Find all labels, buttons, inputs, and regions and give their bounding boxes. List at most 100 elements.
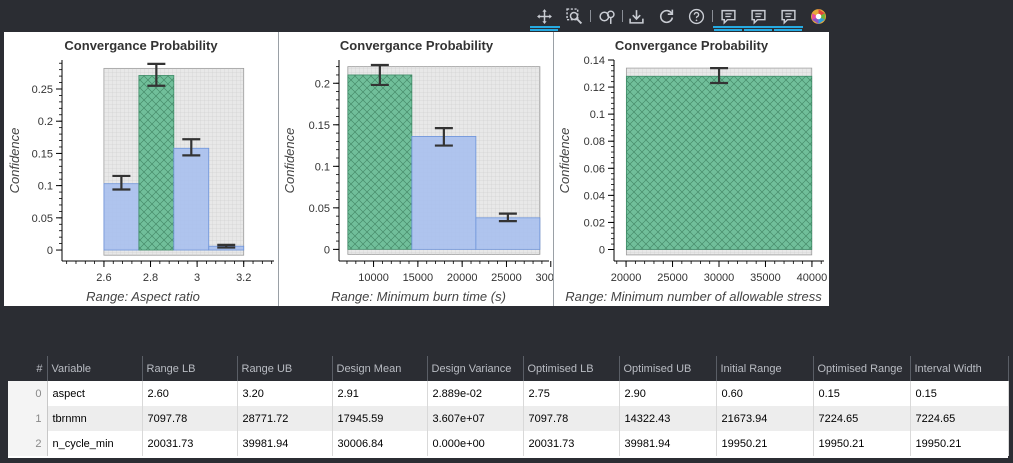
table-row[interactable]: 2 n_cycle_min 20031.73 39981.94 30006.84… <box>8 431 1009 456</box>
table-cell[interactable]: 39981.94 <box>619 431 717 456</box>
column-header[interactable]: Initial Range <box>716 356 814 381</box>
table-cell[interactable]: 7224.65 <box>910 406 1009 431</box>
bar-hatch <box>626 76 812 250</box>
chart-cycles: Convergance Probability 0 0.02 0.04 0.06 0.08… <box>557 38 828 304</box>
y-tick-label: 0.05 <box>32 213 53 225</box>
table-cell[interactable]: 14322.43 <box>619 406 717 431</box>
table-cell[interactable]: 21673.94 <box>716 406 814 431</box>
y-tick-label: 0.06 <box>584 163 605 175</box>
y-tick-label: 0.05 <box>309 203 330 215</box>
table-cell[interactable]: 19950.21 <box>716 431 814 456</box>
x-tick-label: 30000 <box>704 272 735 284</box>
x-tick-label: 10000 <box>358 272 389 284</box>
table-cell[interactable]: 3.20 <box>237 381 333 406</box>
x-tick-label: 40000 <box>797 272 828 284</box>
x-tick-label: 25000 <box>491 272 522 284</box>
chart-burn-time: Convergance Probability 0 0.05 0.1 0.15 0.2 10… <box>282 38 554 304</box>
table-cell[interactable]: 17945.59 <box>332 406 428 431</box>
active-tool-underline <box>713 26 803 28</box>
table-row[interactable]: 0 aspect 2.60 3.20 2.91 2.889e-02 2.75 2… <box>8 381 1009 406</box>
table-cell[interactable]: 3.607e+07 <box>427 406 524 431</box>
x-axis-label: Range: Aspect ratio <box>86 289 200 304</box>
bokeh-logo-icon[interactable] <box>804 4 832 28</box>
table-cell[interactable]: 7097.78 <box>523 406 620 431</box>
x-tick-label: 2.6 <box>96 272 111 284</box>
y-tick-label: 0 <box>47 245 53 257</box>
table-cell[interactable]: 19950.21 <box>813 431 911 456</box>
column-header[interactable]: # <box>8 356 48 381</box>
plot-panel-burn-time[interactable]: Convergance Probability 0 0.05 0.1 0.15 0.2 10… <box>278 32 554 306</box>
x-tick-label: 3.2 <box>236 272 251 284</box>
y-tick-label: 0.2 <box>315 78 330 90</box>
bar-hatch <box>138 75 174 251</box>
column-header[interactable]: Interval Width <box>910 356 1009 381</box>
y-tick-label: 0 <box>324 244 330 256</box>
y-tick-label: 0.02 <box>584 217 605 229</box>
table-cell[interactable]: 2.75 <box>523 381 620 406</box>
table-cell[interactable]: tbrnmn <box>47 406 143 431</box>
table-cell[interactable]: 7097.78 <box>142 406 238 431</box>
y-tick-label: 0.08 <box>584 136 605 148</box>
x-tick-label: 20000 <box>611 272 642 284</box>
y-axis-label: Confidence <box>7 128 22 194</box>
table-cell[interactable]: 2.91 <box>332 381 428 406</box>
y-tick-label: 0.15 <box>309 120 330 132</box>
table-cell[interactable]: 2.889e-02 <box>427 381 524 406</box>
table-header-row: # Variable Range LB Range UB Design Mean… <box>8 356 1009 381</box>
plot-panel-aspect[interactable]: Convergance Probability 0 0.05 0.1 0.15 0.2 0.… <box>4 32 278 306</box>
save-icon[interactable] <box>622 4 650 28</box>
table-cell[interactable]: 2.60 <box>142 381 238 406</box>
column-header[interactable]: Variable <box>47 356 143 381</box>
column-header[interactable]: Optimised UB <box>619 356 717 381</box>
column-header[interactable]: Design Mean <box>332 356 428 381</box>
table-row[interactable]: 1 tbrnmn 7097.78 28771.72 17945.59 3.607… <box>8 406 1009 431</box>
column-header[interactable]: Design Variance <box>427 356 524 381</box>
table-cell[interactable]: 0.15 <box>910 381 1009 406</box>
x-tick-label: 35000 <box>750 272 781 284</box>
table-cell[interactable]: 0.60 <box>716 381 814 406</box>
table-cell[interactable]: 39981.94 <box>237 431 333 456</box>
y-tick-label: 0.14 <box>584 55 605 67</box>
table-cell[interactable]: 28771.72 <box>237 406 333 431</box>
column-header[interactable]: Range LB <box>142 356 238 381</box>
column-header[interactable]: Optimised Range <box>813 356 911 381</box>
column-header[interactable]: Optimised LB <box>523 356 620 381</box>
y-tick-label: 0.1 <box>315 161 330 173</box>
hover-icon[interactable] <box>774 4 802 31</box>
chart-title: Convergance Probability <box>615 38 769 53</box>
x-tick-label: 3 <box>194 272 200 284</box>
table-cell[interactable]: 0.000e+00 <box>427 431 524 456</box>
plot-panel-cycles[interactable]: Convergance Probability 0 0.02 0.04 0.06 0.08… <box>553 32 829 306</box>
table-cell[interactable]: 0.15 <box>813 381 911 406</box>
table-cell[interactable]: aspect <box>47 381 143 406</box>
reset-icon[interactable] <box>652 4 680 28</box>
table-cell[interactable]: n_cycle_min <box>47 431 143 456</box>
table-cell[interactable]: 7224.65 <box>813 406 911 431</box>
x-axis-label: Range: Minimum number of allowable stres… <box>565 289 822 304</box>
help-icon[interactable] <box>682 4 710 28</box>
x-axis-label: Range: Minimum burn time (s) <box>331 289 506 304</box>
table-cell[interactable]: 30006.84 <box>332 431 428 456</box>
y-tick-label: 0.1 <box>590 109 605 121</box>
active-tool-underline <box>530 26 560 28</box>
hover-icon[interactable] <box>744 4 772 31</box>
wheel-zoom-icon[interactable] <box>592 4 620 28</box>
y-axis-label: Confidence <box>282 128 297 194</box>
box-zoom-icon[interactable] <box>560 4 588 28</box>
bar-hatch <box>347 74 412 250</box>
table-cell[interactable]: 19950.21 <box>910 431 1009 456</box>
y-tick-label: 0.2 <box>38 116 53 128</box>
bar <box>173 147 210 251</box>
row-index: 0 <box>8 381 48 406</box>
column-header[interactable]: Range UB <box>237 356 333 381</box>
chart-title: Convergance Probability <box>64 38 218 53</box>
pan-icon[interactable] <box>530 4 558 31</box>
table-cell[interactable]: 2.90 <box>619 381 717 406</box>
hover-icon[interactable] <box>714 4 742 31</box>
chart-aspect: Convergance Probability 0 0.05 0.1 0.15 0.2 0.… <box>7 38 274 304</box>
table-cell[interactable]: 20031.73 <box>142 431 238 456</box>
y-tick-label: 0.15 <box>32 148 53 160</box>
plots-row: Convergance Probability 0 0.05 0.1 0.15 0.2 0.… <box>4 32 829 306</box>
table-cell[interactable]: 20031.73 <box>523 431 620 456</box>
toolbar-separator <box>712 10 713 22</box>
